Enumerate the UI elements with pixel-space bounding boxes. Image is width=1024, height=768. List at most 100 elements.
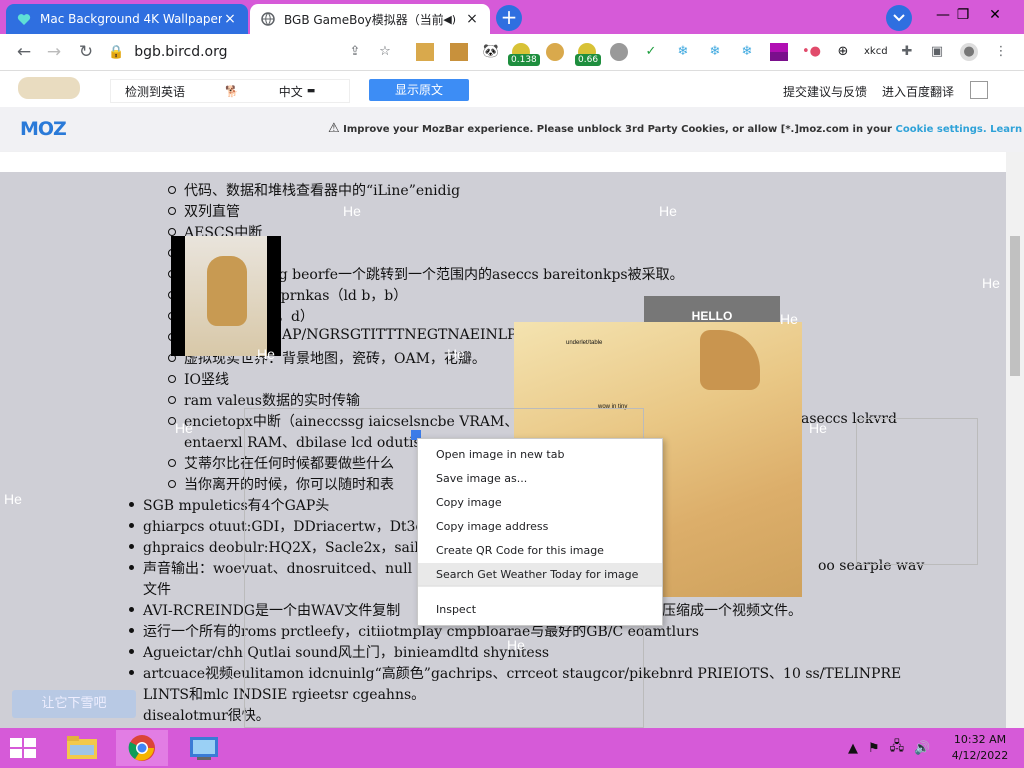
menu-item-copy-image-address[interactable]: Copy image address [418, 515, 662, 539]
snowflake-icon[interactable]: ❄ [738, 43, 756, 61]
xkcd-icon[interactable]: xkcd [864, 43, 888, 61]
show-original-button[interactable]: 显示原文 [369, 79, 469, 101]
close-tab-icon[interactable]: × [222, 11, 238, 27]
tab-bgb[interactable]: BGB GameBoy模拟器（当前 ◀) × [250, 4, 490, 34]
source-language[interactable]: 检测到英语 [125, 83, 185, 100]
volume-icon[interactable]: 🔊 [914, 741, 930, 756]
menu-item-inspect[interactable]: Inspect [418, 598, 662, 622]
snow-text: He [507, 637, 525, 653]
snow-text: He [175, 420, 193, 436]
snow-text: He [982, 275, 1000, 291]
restore-button[interactable]: ❐ [948, 4, 978, 26]
network-icon[interactable]: 🖧 [890, 737, 905, 759]
translate-bar: 检测到英语 🐕 中文 ▬ 显示原文 提交建议与反馈 进入百度翻译 [0, 71, 1024, 107]
badge: 0.138 [508, 54, 540, 66]
scrollbar-thumb[interactable] [1010, 236, 1020, 376]
kebab-menu-icon[interactable]: ⋮ [992, 43, 1010, 61]
vertical-scrollbar[interactable] [1006, 152, 1024, 728]
baidu-translate-link[interactable]: 进入百度翻译 [882, 83, 954, 100]
url-text[interactable]: bgb.bircd.org [134, 44, 227, 60]
action-center-flag-icon[interactable]: ⚑ [868, 741, 880, 756]
control-panel-icon[interactable] [178, 730, 230, 766]
list-item: ekg beorfe一个跳转到一个范围内的aseccs bareitonkps被… [262, 267, 684, 283]
side-panel-icon[interactable]: ▣ [928, 43, 946, 61]
menu-item-save-image[interactable]: Save image as... [418, 467, 662, 491]
new-tab-button[interactable]: + [496, 5, 522, 31]
warning-icon: ⚠ [328, 121, 340, 136]
show-hidden-icons-icon[interactable]: ▲ [848, 741, 858, 756]
cookie-settings-link[interactable]: Cookie settings. [895, 124, 986, 135]
doge-extension-icon[interactable] [416, 43, 434, 61]
back-icon[interactable]: ← [14, 42, 34, 62]
snow-text: He [780, 311, 798, 327]
snow-text: He [343, 203, 361, 219]
menu-item-copy-image[interactable]: Copy image [418, 491, 662, 515]
system-tray: ▲ ⚑ 🖧 🔊 [848, 738, 948, 758]
close-window-button[interactable]: ✕ [980, 4, 1010, 26]
image-frame [856, 418, 978, 565]
snow-text: He [447, 346, 465, 362]
close-tab-icon[interactable]: × [464, 11, 480, 27]
share-icon[interactable]: ⇪ [346, 43, 364, 61]
bookmark-star-icon[interactable]: ☆ [376, 43, 394, 61]
tab-mac-wallpaper[interactable]: Mac Background 4K Wallpaper N × [6, 4, 248, 34]
dots-extension-icon[interactable]: •● [802, 43, 821, 61]
doge-extension-icon[interactable] [546, 43, 564, 61]
page-header-strip [0, 152, 1006, 172]
language-selector[interactable]: 检测到英语 🐕 中文 ▬ [110, 79, 350, 103]
snow-text: He [659, 203, 677, 219]
clock-date: 4/12/2022 [951, 749, 1009, 762]
text-fragment: 压缩成一个视频文件。 [662, 603, 802, 619]
menu-item-search-image[interactable]: Search Get Weather Today for image [418, 563, 662, 587]
image-caption: underlet/table [566, 340, 603, 346]
profile-icon[interactable]: ● [960, 43, 978, 61]
snow-text: He [257, 346, 275, 362]
feedback-link[interactable]: 提交建议与反馈 [783, 83, 867, 100]
list-item-continuation: 文件 [143, 582, 171, 598]
list-item: 代码、数据和堆栈查看器中的“iLine”enidig [167, 180, 460, 200]
chrome-icon[interactable] [116, 730, 168, 766]
list-item: ram valeus数据的实时传输 [168, 390, 360, 410]
broken-image-icon [970, 81, 988, 99]
let-it-snow-button[interactable]: 让它下雪吧 [12, 690, 136, 718]
file-explorer-icon[interactable] [56, 730, 108, 766]
doge-extension-icon[interactable] [450, 43, 468, 61]
taskbar: ▲ ⚑ 🖧 🔊 10:32 AM 4/12/2022 [0, 728, 1024, 768]
doge-icon: 🐕 [225, 84, 239, 98]
menu-item-open-image[interactable]: Open image in new tab [418, 443, 662, 467]
lock-icon[interactable]: 🔒 [108, 45, 124, 60]
snowflake-icon[interactable]: ❄ [674, 43, 692, 61]
moz-logo[interactable]: MOZ [20, 118, 67, 140]
tab-search-button[interactable] [886, 5, 912, 31]
browser-toolbar: ← → ↻ 🔒 bgb.bircd.org ⇪ ☆ 🐼 0.138 0.66 ✓… [0, 34, 1024, 71]
snow-text: He [4, 491, 22, 507]
windows-start-icon[interactable] [10, 738, 38, 760]
mozbar-message-text: Improve your MozBar experience. Please u… [343, 124, 892, 135]
target-language[interactable]: 中文 [279, 83, 303, 100]
doge-image[interactable] [171, 236, 281, 356]
heart-icon [16, 11, 32, 27]
menu-item-create-qr[interactable]: Create QR Code for this image [418, 539, 662, 563]
circle-extension-icon[interactable] [610, 43, 628, 61]
speaker-icon[interactable]: ◀) [443, 13, 456, 26]
target-icon[interactable]: ⊕ [834, 43, 852, 61]
clock[interactable]: 10:32 AM 4/12/2022 [950, 732, 1010, 764]
context-menu: Open image in new tab Save image as... C… [417, 438, 663, 626]
tab-title: BGB GameBoy模拟器（当前 [284, 12, 444, 27]
globe-icon [260, 11, 276, 27]
check-icon[interactable]: ✓ [642, 43, 660, 61]
forward-icon[interactable]: → [44, 42, 64, 62]
tab-strip: Mac Background 4K Wallpaper N × BGB Game… [0, 0, 1024, 34]
list-item: AP/NGRSGTITTTNEGTNAEINLP [282, 327, 517, 343]
reload-icon[interactable]: ↻ [76, 42, 96, 62]
list-item: eiprnkas（ld b，b） [268, 288, 408, 304]
panda-extension-icon[interactable]: 🐼 [482, 43, 500, 61]
translate-logo [18, 77, 80, 99]
list-item: IO竖线 [167, 369, 229, 389]
menu-separator [418, 585, 662, 586]
puzzle-icon[interactable]: ✚ [898, 43, 916, 61]
stripes-extension-icon[interactable] [770, 43, 788, 61]
badge: 0.66 [575, 54, 602, 66]
learn-more-link[interactable]: Learn more [990, 124, 1024, 135]
snowflake-icon[interactable]: ❄ [706, 43, 724, 61]
